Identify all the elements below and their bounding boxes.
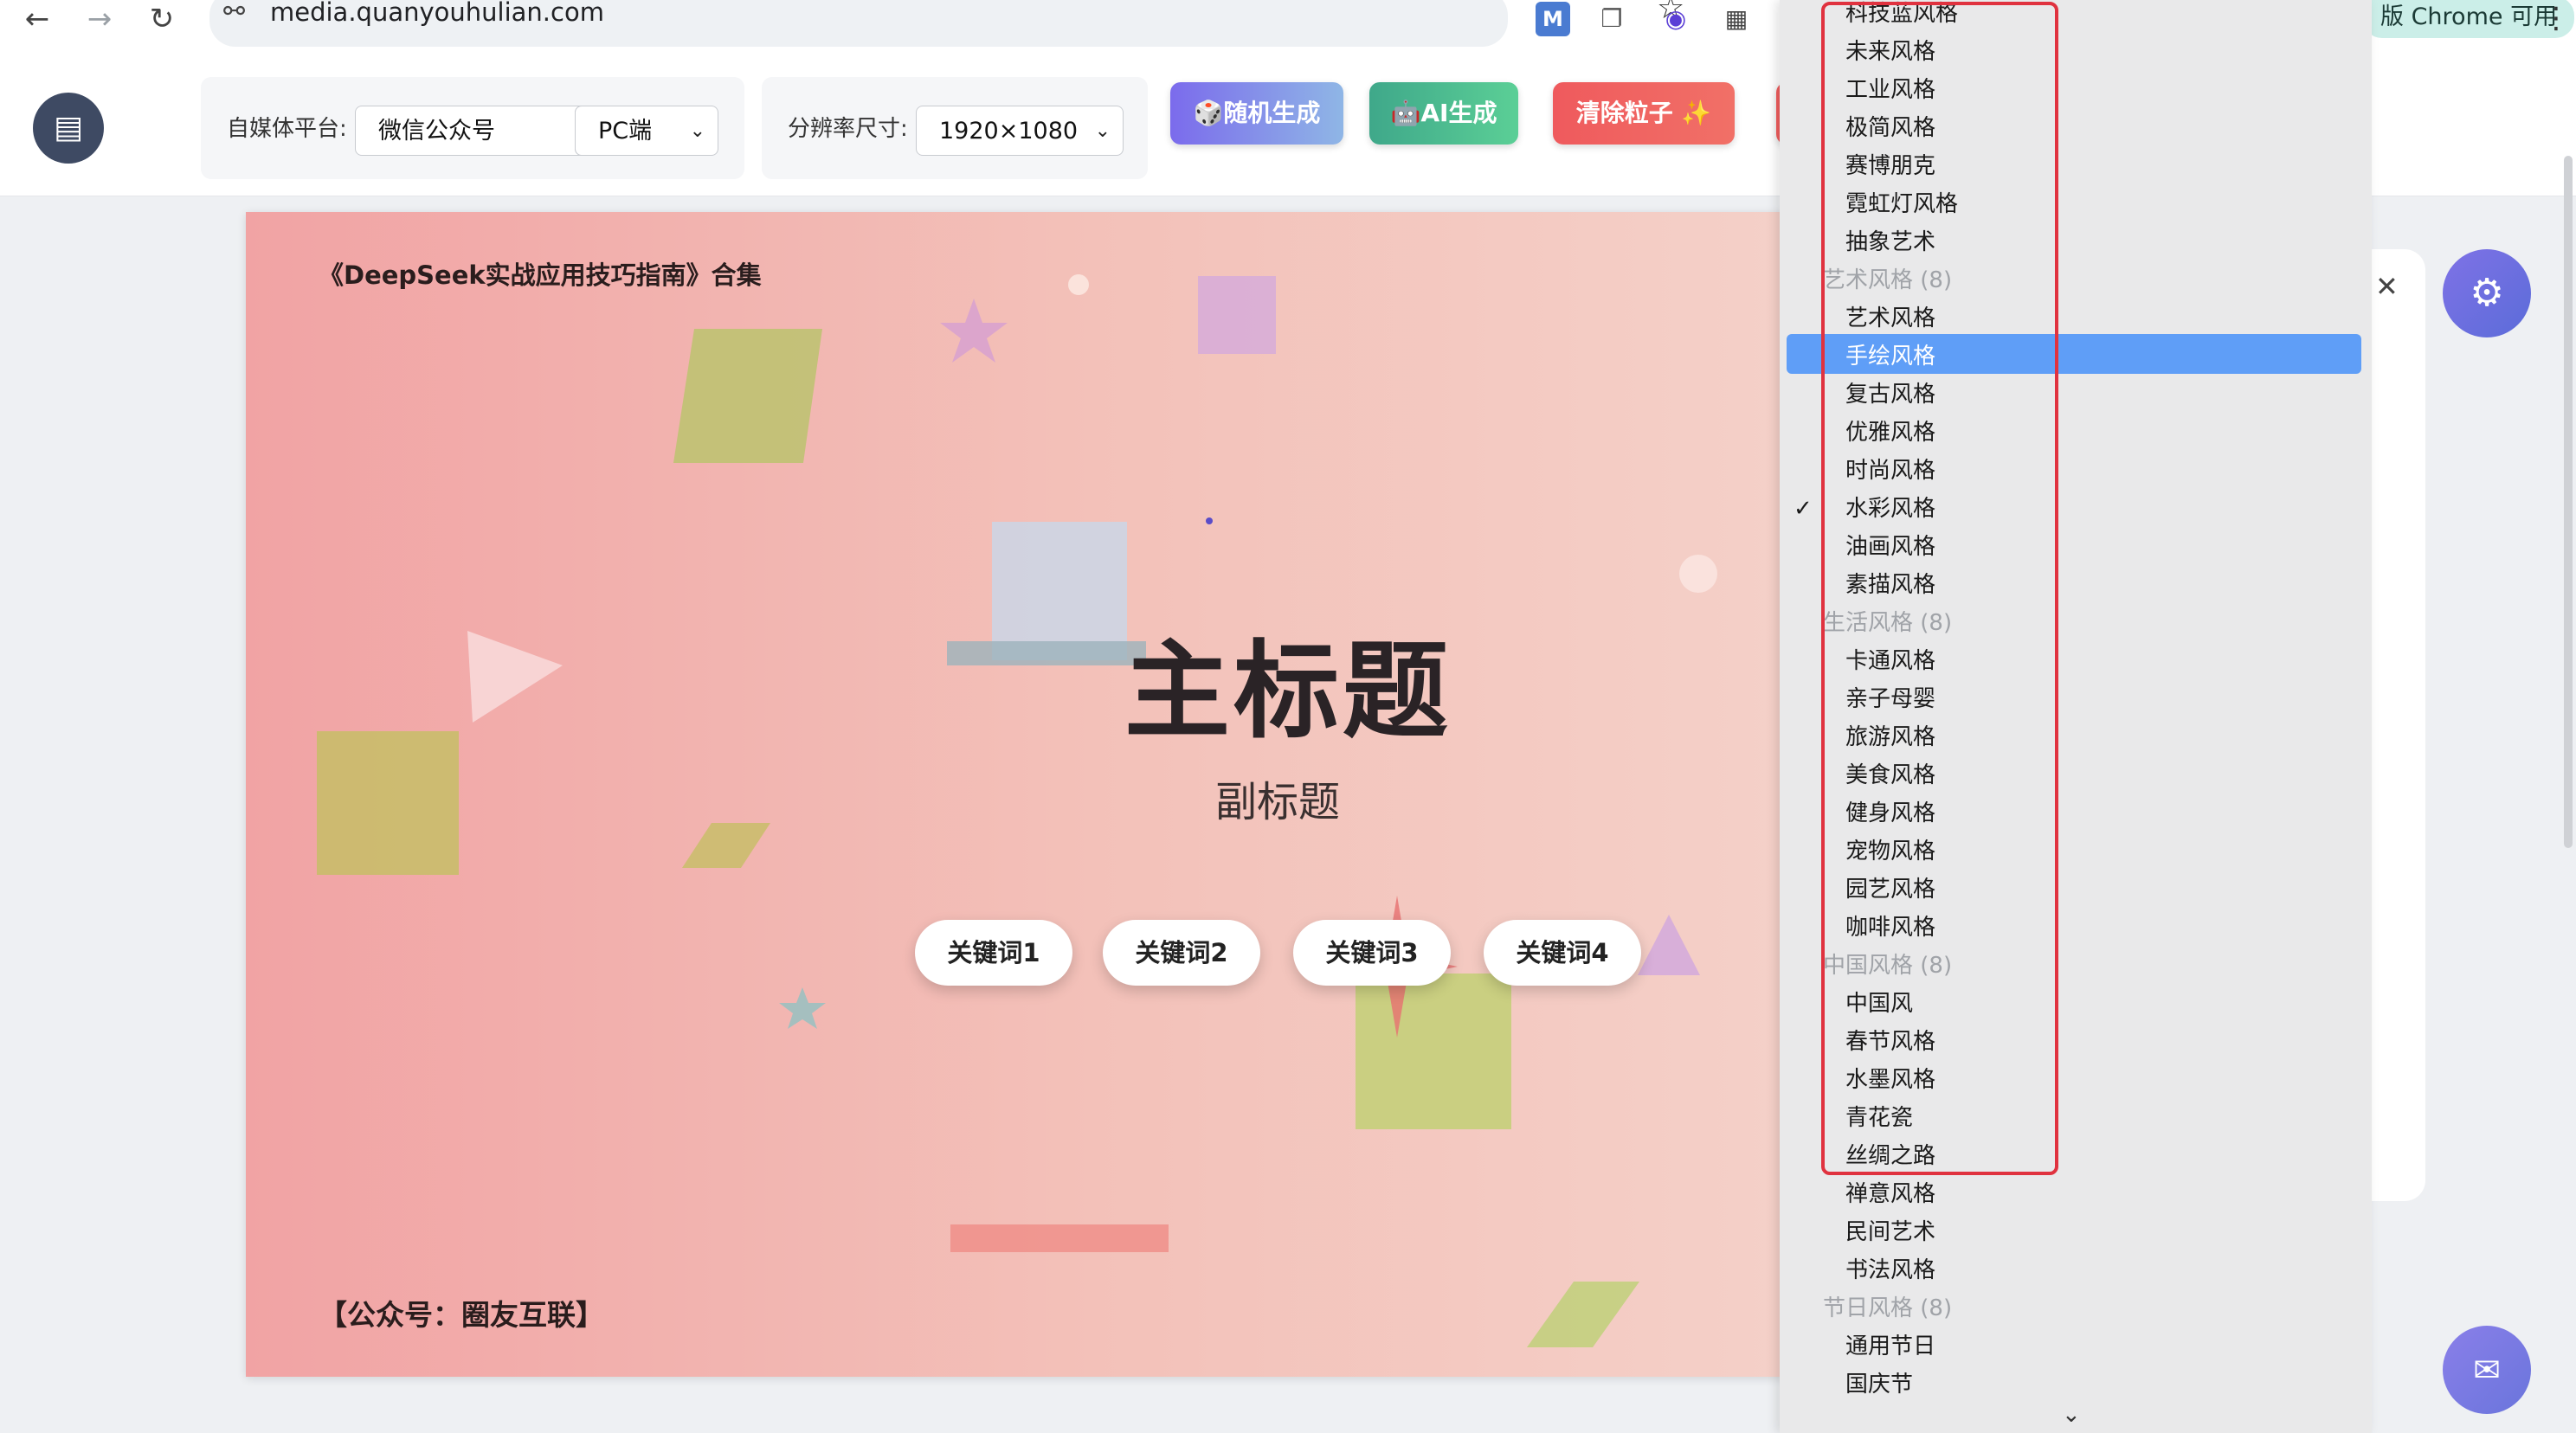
device-select[interactable]: PC端 ⌄ [575,106,718,156]
footer-account[interactable]: 【公众号：圈友互联】 [319,1292,604,1333]
url-text[interactable]: media.quanyouhulian.com [270,0,604,29]
decorative-shapes [317,274,1717,1347]
deco-dot [1068,274,1089,295]
extension-m-icon[interactable]: M [1536,2,1570,36]
deco-dot [1679,555,1717,593]
extension-qr-icon[interactable]: ▦ [1719,2,1754,36]
dropdown-option[interactable]: 禅意风格 [1845,1175,1935,1213]
option-group-label: 节日风格 (8) [1823,1295,1953,1321]
dropdown-option[interactable]: 国庆节 [1845,1366,1913,1404]
site-settings-icon[interactable]: ⚯ [223,0,245,29]
deco-triangle [467,631,563,723]
deco-triangle [1638,915,1700,975]
deco-square [1356,974,1511,1129]
deco-bar [947,641,1146,665]
deco-star [779,987,826,1029]
deco-square [992,522,1127,660]
deco-square [317,731,459,875]
keyword-pill-2[interactable]: 关键词2 [1103,920,1260,986]
keyword-pill-4[interactable]: 关键词4 [1484,920,1641,986]
page-scrollbar[interactable] [2564,156,2573,848]
close-icon[interactable]: ✕ [2375,270,2399,303]
dropdown-option[interactable]: 书法风格 [1845,1251,1935,1289]
gear-icon: ⚙ [2470,271,2504,315]
annotation-red-box [1821,2,2058,1175]
main-title[interactable]: 主标题 [1124,606,1452,759]
chevron-down-icon: ⌄ [689,120,705,142]
deco-square [1198,276,1276,354]
dropdown-option[interactable]: 通用节日 [1845,1327,1935,1366]
settings-fab[interactable]: ⚙ [2443,249,2531,337]
platform-label: 自媒体平台: [227,116,347,142]
deco-parallelogram [682,823,770,868]
mail-icon: ✉ [2473,1351,2501,1389]
resolution-select[interactable]: 1920×1080 ⌄ [916,106,1124,156]
random-generate-button[interactable]: 🎲随机生成 [1170,82,1343,145]
clipboard-menu-button[interactable]: ▤ [33,93,104,164]
deco-parallelogram [673,329,822,463]
extension-face-icon[interactable]: ◉ [1658,2,1693,36]
device-select-value: PC端 [598,118,653,145]
cover-canvas: 《DeepSeek实战应用技巧指南》合集 主标题 副标题 关键词1 关键词2 关… [246,212,1787,1377]
deco-dot [1206,517,1213,524]
ai-generate-button[interactable]: 🤖AI生成 [1369,82,1518,145]
chevron-down-icon: ⌄ [1094,120,1111,142]
message-fab[interactable]: ✉ [2443,1326,2531,1414]
keyword-pill-1[interactable]: 关键词1 [915,920,1072,986]
resolution-label: 分辨率尺寸: [788,116,908,142]
keyword-pill-3[interactable]: 关键词3 [1293,920,1451,986]
deco-star [940,299,1008,363]
more-menu-icon[interactable]: ⋮ [2541,0,2571,36]
clipboard-icon: ▤ [53,110,83,145]
chevron-down-icon[interactable]: ⌄ [2062,1402,2081,1428]
series-title[interactable]: 《DeepSeek实战应用技巧指南》合集 [319,255,762,292]
platform-select[interactable]: 微信公众号 ⌄ [355,106,608,156]
checkmark-icon: ✓ [1794,496,1813,522]
deco-parallelogram [1527,1282,1639,1347]
platform-select-value: 微信公众号 [378,118,495,145]
extension-copy-icon[interactable]: ❐ [1594,2,1629,36]
resolution-group: 分辨率尺寸: 1920×1080 ⌄ [762,77,1148,179]
clear-particles-button[interactable]: 清除粒子 ✨ [1553,82,1735,145]
deco-bar [950,1224,1169,1252]
sub-title[interactable]: 副标题 [1215,768,1340,828]
address-bar[interactable]: ⚯ media.quanyouhulian.com ☆ [209,0,1684,47]
dropdown-option[interactable]: 民间艺术 [1845,1213,1935,1251]
forward-icon[interactable]: → [78,2,121,36]
back-icon[interactable]: ← [16,2,59,36]
reload-icon[interactable]: ↻ [140,2,184,36]
resolution-select-value: 1920×1080 [939,118,1079,145]
